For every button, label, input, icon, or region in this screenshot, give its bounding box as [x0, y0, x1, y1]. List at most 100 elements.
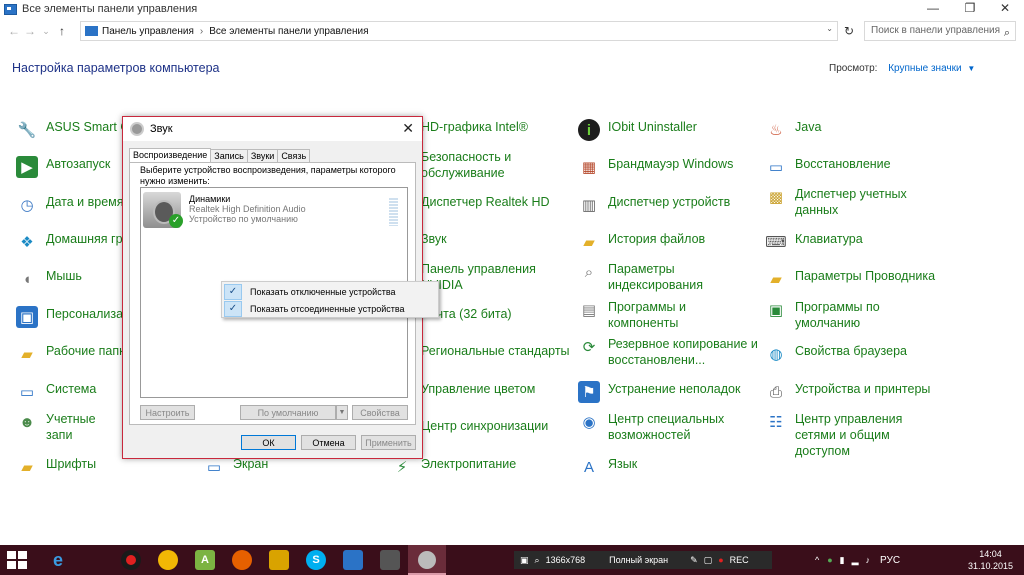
pencil-icon[interactable]: ✎ [690, 555, 698, 566]
address-bar[interactable]: Панель управления › Все элементы панели … [80, 21, 838, 41]
menu-item-show-disconnected[interactable]: ✓ Показать отсоединенные устройства [222, 300, 438, 317]
close-button[interactable]: ✕ [988, 0, 1022, 18]
firewall-icon: ▦ [581, 159, 597, 176]
cp-item[interactable]: i IObit Uninstaller [578, 119, 697, 141]
tab-recording[interactable]: Запись [210, 149, 248, 162]
cp-item[interactable]: ▥ Диспетчер устройств [578, 194, 730, 216]
cp-item[interactable]: ▰ Рабочие папк [16, 343, 124, 365]
cp-item[interactable]: ▭ Система [16, 381, 96, 403]
device-manager-icon: ▥ [581, 197, 597, 214]
cp-item[interactable]: ▰ Шрифты [16, 456, 96, 478]
control-panel-taskbar-icon[interactable] [343, 550, 363, 570]
view-by-label: Просмотр: [829, 63, 878, 74]
personalization-icon: ▣ [16, 306, 38, 328]
refresh-icon[interactable]: ↻ [841, 21, 857, 41]
view-by-dropdown[interactable]: Крупные значки [888, 63, 961, 74]
search-icon[interactable]: ⌕ [1004, 24, 1010, 42]
cp-item[interactable]: ⌨ Клавиатура [765, 231, 863, 253]
tab-communications[interactable]: Связь [277, 149, 311, 162]
set-default-button[interactable]: По умолчанию [240, 405, 336, 420]
apply-button[interactable]: Применить [361, 435, 416, 450]
cp-item[interactable]: ◷ Дата и время [16, 194, 123, 216]
cp-item[interactable]: ⌕ Параметры индексирования [578, 261, 718, 293]
cp-item[interactable]: ▶ Автозапуск [16, 156, 110, 178]
address-dropdown-icon[interactable]: ⌄ [826, 24, 833, 33]
credential-icon: ▩ [768, 189, 784, 206]
chevron-down-icon[interactable]: ▼ [967, 64, 975, 73]
cp-item[interactable]: ▭ Экран [203, 456, 268, 478]
cp-item[interactable]: ▣ Персонализа [16, 306, 123, 328]
iobit-icon: i [578, 119, 600, 141]
breadcrumb-separator[interactable]: › [200, 26, 203, 37]
tab-sounds[interactable]: Звуки [246, 149, 279, 162]
volume-icon[interactable]: ♪ [866, 555, 871, 565]
camera-icon[interactable]: ▢ [704, 555, 713, 566]
cp-item[interactable]: ⟳ Резервное копирование и восстановлени..… [578, 336, 758, 368]
chrome-icon[interactable] [158, 550, 178, 570]
recent-locations-icon[interactable]: ⌄ [38, 26, 54, 37]
tab-playback[interactable]: Воспроизведение [129, 148, 212, 163]
zoom-icon[interactable]: ⌕ [535, 555, 540, 566]
troubleshooting-icon: ⚑ [578, 381, 600, 403]
recorder-app-icon[interactable] [121, 550, 141, 570]
cp-item[interactable]: ◖ Мышь [16, 268, 81, 290]
skype-icon[interactable]: S [306, 550, 326, 570]
cp-item[interactable]: ⚑ Устранение неполадок [578, 381, 740, 403]
cp-item[interactable]: ▤ Программы и компоненты [578, 299, 718, 331]
properties-button[interactable]: Свойства [352, 405, 408, 420]
device-item[interactable]: ✓ Динамики Realtek High Definition Audio… [143, 192, 405, 228]
language-indicator[interactable]: РУС [880, 555, 900, 566]
menu-item-show-disabled[interactable]: ✓ Показать отключенные устройства [222, 283, 438, 300]
default-check-icon: ✓ [169, 214, 183, 228]
device-name: Динамики [189, 194, 231, 204]
cp-item[interactable]: ▰ Параметры Проводника [765, 268, 935, 290]
cp-item[interactable]: ❖ Домашняя гру [16, 231, 128, 253]
tray-app-icon[interactable]: ● [827, 555, 832, 565]
window-icon[interactable]: ▣ [520, 555, 529, 566]
network-icon[interactable]: ▂ [852, 555, 859, 566]
rec-dot-icon[interactable]: ● [718, 555, 723, 565]
cp-item[interactable]: ⚡ Электропитание [391, 456, 516, 478]
mode-label[interactable]: Полный экран [609, 555, 668, 565]
edge-icon[interactable]: e [48, 550, 68, 570]
users-icon: ☻ [19, 413, 35, 431]
search-input[interactable]: Поиск в панели управления ⌕ [864, 21, 1016, 41]
breadcrumb-all-items[interactable]: Все элементы панели управления [209, 26, 368, 37]
windows-start-icon[interactable] [7, 551, 27, 569]
firefox-icon[interactable] [232, 550, 252, 570]
ok-button[interactable]: ОК [241, 435, 296, 450]
cp-item[interactable]: ◉ Центр специальных возможностей [578, 411, 728, 443]
clock[interactable]: 14:04 31.10.2015 [968, 548, 1013, 572]
resolution-label[interactable]: 1366x768 [546, 555, 586, 565]
back-icon[interactable]: ← [6, 24, 22, 38]
cp-item[interactable]: ▦ Брандмауэр Windows [578, 156, 733, 178]
up-icon[interactable]: ↑ [54, 24, 70, 38]
show-hidden-icons[interactable]: ^ [815, 555, 819, 565]
cp-item[interactable]: A Язык [578, 456, 637, 478]
cp-item[interactable]: ▭ Восстановление [765, 156, 891, 178]
cp-item[interactable]: ♨ Java [765, 119, 821, 141]
cp-item[interactable]: ▩ Диспетчер учетных данных [765, 186, 915, 218]
app-icon[interactable] [269, 550, 289, 570]
configure-button[interactable]: Настроить [140, 405, 195, 420]
rec-label[interactable]: REC [730, 555, 749, 565]
minimize-button[interactable]: — [916, 0, 950, 18]
cp-item[interactable]: ☻Учетные запи пользовател [16, 411, 122, 443]
sound-taskbar-button[interactable] [408, 545, 446, 575]
cp-item[interactable]: ▰ История файлов [578, 231, 705, 253]
internet-options-icon: ◍ [769, 346, 783, 363]
cancel-button[interactable]: Отмена [301, 435, 356, 450]
app-a-icon[interactable]: A [195, 550, 215, 570]
cp-item[interactable]: ◍ Свойства браузера [765, 343, 907, 365]
maximize-button[interactable]: ❐ [953, 0, 987, 18]
cp-item[interactable]: 🔧 ASUS Smart G [16, 119, 130, 141]
explorer-taskbar-icon[interactable] [380, 550, 400, 570]
battery-icon[interactable]: ▮ [840, 555, 845, 566]
cp-item[interactable]: ⎙ Устройства и принтеры [765, 381, 930, 403]
forward-icon[interactable]: → [22, 24, 38, 38]
cp-item[interactable]: ▣ Программы по умолчанию [765, 299, 905, 331]
dialog-close-button[interactable]: ✕ [402, 120, 414, 137]
breadcrumb-control-panel[interactable]: Панель управления [102, 26, 194, 37]
cp-item[interactable]: ☷ Центр управления сетями и общим доступо… [765, 411, 945, 459]
set-default-dropdown[interactable]: ▼ [336, 405, 348, 420]
